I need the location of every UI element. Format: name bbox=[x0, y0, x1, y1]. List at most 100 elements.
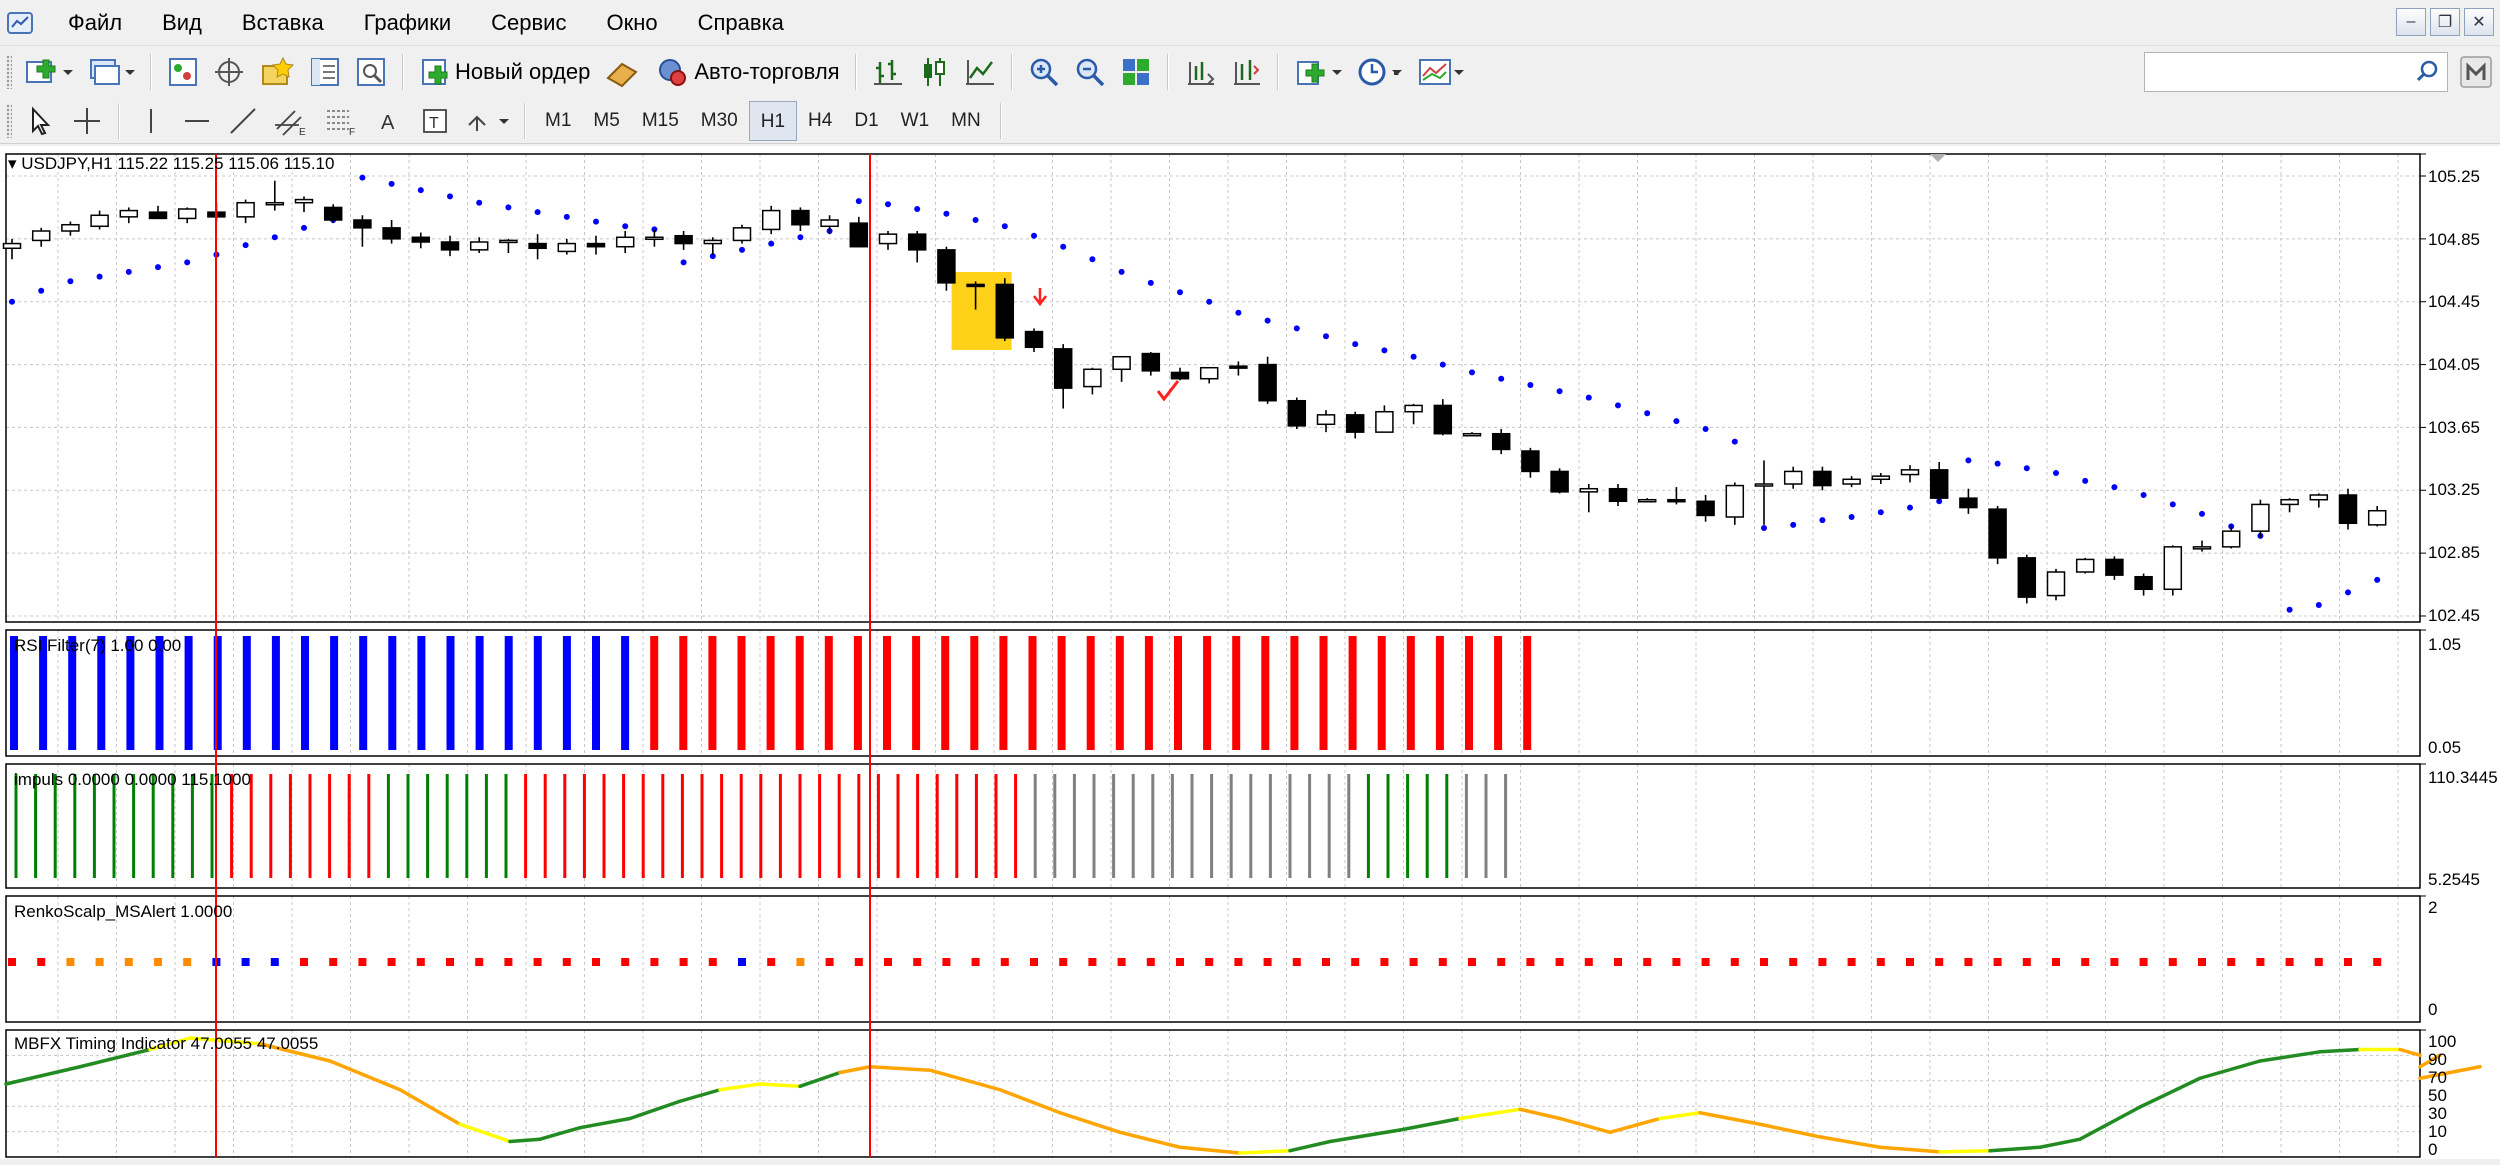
trendline-icon bbox=[230, 107, 256, 134]
search-icon[interactable] bbox=[2415, 59, 2441, 85]
chart-canvas[interactable] bbox=[0, 146, 2500, 1159]
mbfx-axis-tick: 70 bbox=[2428, 1068, 2447, 1087]
bear-candle bbox=[1521, 450, 1540, 473]
timeframe-h4[interactable]: H4 bbox=[797, 101, 843, 141]
timeframe-d1[interactable]: D1 bbox=[843, 101, 889, 141]
tile-windows-button[interactable] bbox=[1116, 52, 1156, 92]
zoom-in-button[interactable] bbox=[1024, 52, 1064, 92]
zoom-out-button[interactable] bbox=[1070, 52, 1110, 92]
cursor-tool-button[interactable] bbox=[21, 101, 61, 141]
renko-dot bbox=[1555, 958, 1564, 966]
timeframe-m1[interactable]: M1 bbox=[534, 101, 582, 141]
bear-candle bbox=[323, 206, 343, 221]
sar-dot bbox=[1235, 309, 1242, 316]
price-tick: 102.85 bbox=[2428, 543, 2480, 562]
periods-button[interactable] bbox=[1352, 52, 1408, 92]
terminal-button[interactable] bbox=[305, 52, 345, 92]
mbfx-line-segment bbox=[2078, 1105, 2142, 1141]
menu-help[interactable]: Справка bbox=[678, 0, 804, 46]
trendline-tool-button[interactable] bbox=[223, 101, 263, 141]
arrows-tool-button[interactable] bbox=[461, 101, 513, 141]
horizontal-line-tool-button[interactable] bbox=[177, 101, 217, 141]
timeframe-h1[interactable]: H1 bbox=[748, 100, 798, 141]
indicators-button[interactable] bbox=[1290, 52, 1346, 92]
mbfx-line-segment bbox=[678, 1088, 722, 1103]
strategy-tester-button[interactable] bbox=[351, 52, 391, 92]
restore-button[interactable]: ❐ bbox=[2430, 8, 2460, 36]
text-label-tool-button[interactable]: T bbox=[415, 101, 455, 141]
metaeditor-icon bbox=[606, 62, 638, 88]
new-order-button[interactable]: Новый ордер bbox=[415, 52, 594, 92]
renko-dot bbox=[1818, 958, 1827, 966]
mbfx-line-segment bbox=[1178, 1145, 1242, 1155]
sar-dot bbox=[1644, 410, 1651, 417]
crosshair-tool-button[interactable] bbox=[67, 101, 107, 141]
navigator-button[interactable] bbox=[255, 52, 299, 92]
rsi-bar bbox=[1465, 636, 1473, 750]
metaeditor-button[interactable] bbox=[600, 52, 644, 92]
renko-dot bbox=[2139, 958, 2148, 966]
menu-charts[interactable]: Графики bbox=[344, 0, 471, 46]
renko-dot bbox=[1409, 958, 1418, 966]
mbfx-line-segment bbox=[1698, 1111, 1762, 1126]
auto-trading-button[interactable]: Авто-торговля bbox=[650, 52, 843, 92]
mbfx-line-segment bbox=[1658, 1111, 1702, 1121]
bear-candle bbox=[1988, 508, 2007, 559]
bear-candle bbox=[353, 219, 372, 229]
timeframe-w1[interactable]: W1 bbox=[890, 101, 941, 141]
new-chart-button[interactable] bbox=[21, 52, 77, 92]
bar-chart-button[interactable] bbox=[868, 52, 908, 92]
mbfx-line-segment bbox=[2258, 1050, 2322, 1063]
rsi-bar bbox=[1494, 636, 1503, 750]
autoscroll-button[interactable] bbox=[1226, 52, 1266, 92]
rsi-bar bbox=[970, 636, 979, 750]
bear-candle bbox=[995, 283, 1015, 339]
market-watch-button[interactable] bbox=[163, 52, 203, 92]
minimize-button[interactable]: – bbox=[2396, 8, 2426, 36]
vertical-line-tool-button[interactable] bbox=[131, 101, 171, 141]
sar-dot bbox=[1965, 457, 1972, 464]
chart-window[interactable]: ▾ USDJPY,H1 115.22 115.25 115.06 115.10 … bbox=[0, 146, 2500, 1159]
menu-window[interactable]: Окно bbox=[586, 0, 677, 46]
timeframe-m5[interactable]: M5 bbox=[582, 101, 630, 141]
timeframe-mn[interactable]: MN bbox=[940, 101, 992, 141]
renko-dot bbox=[2022, 958, 2031, 966]
close-button[interactable]: ✕ bbox=[2464, 8, 2494, 36]
candlesticks bbox=[2, 180, 2387, 604]
text-tool-button[interactable]: A bbox=[369, 101, 409, 141]
community-icon[interactable] bbox=[2458, 54, 2494, 90]
timeframe-m30[interactable]: M30 bbox=[690, 101, 749, 141]
sar-dot bbox=[1381, 347, 1388, 354]
renko-dot bbox=[1526, 958, 1535, 966]
sar-dot bbox=[1352, 341, 1359, 348]
data-window-button[interactable] bbox=[209, 52, 249, 92]
mbfx-line-segment bbox=[1558, 1116, 1612, 1135]
menu-file[interactable]: Файл bbox=[48, 0, 142, 46]
menu-tools[interactable]: Сервис bbox=[471, 0, 586, 46]
templates-button[interactable] bbox=[1414, 52, 1470, 92]
rsi-filter-label: RSI Filter(7) 1.00 0.00 bbox=[14, 636, 182, 655]
mbfx-line-segment bbox=[1238, 1148, 1292, 1155]
toolbar-separator bbox=[1276, 54, 1279, 90]
timeframe-m15[interactable]: M15 bbox=[631, 101, 690, 141]
renko-dot bbox=[1847, 958, 1856, 966]
chart-shift-button[interactable] bbox=[1180, 52, 1220, 92]
line-chart-button[interactable] bbox=[960, 52, 1000, 92]
profiles-button[interactable] bbox=[83, 52, 139, 92]
bear-candle bbox=[2105, 558, 2124, 576]
bull-candle bbox=[1637, 498, 1657, 503]
fibonacci-tool-button[interactable]: F bbox=[319, 101, 363, 141]
candlestick-chart-button[interactable] bbox=[914, 52, 954, 92]
search-input[interactable] bbox=[2144, 52, 2448, 92]
renko-dot bbox=[241, 958, 250, 966]
sar-dot bbox=[1615, 402, 1621, 409]
sar-dot bbox=[1001, 223, 1008, 230]
renko-dot bbox=[738, 958, 746, 966]
menu-view[interactable]: Вид bbox=[142, 0, 222, 46]
equidistant-channel-tool-button[interactable]: E bbox=[269, 101, 313, 141]
bull-candle bbox=[1316, 414, 1336, 426]
renko-dot bbox=[1701, 958, 1710, 966]
menu-insert[interactable]: Вставка bbox=[222, 0, 344, 46]
mbfx-line-segment bbox=[1938, 1148, 1992, 1154]
sar-dot bbox=[1469, 369, 1475, 376]
